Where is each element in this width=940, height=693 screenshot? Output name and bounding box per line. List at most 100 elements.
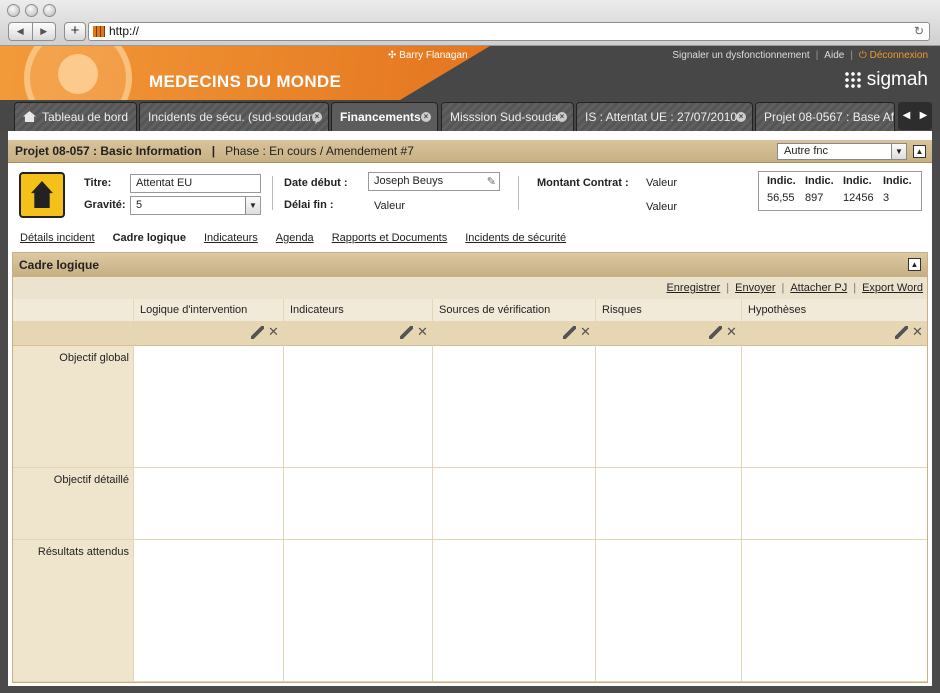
tab-label: IS : Attentat UE : 27/07/2010	[585, 110, 738, 124]
logframe-cell[interactable]	[134, 540, 284, 682]
delete-icon[interactable]: ✕	[726, 325, 737, 338]
logframe-cell[interactable]	[433, 540, 596, 682]
titre-label: Titre:	[84, 177, 112, 189]
sigmah-wordmark: sigmah	[866, 69, 928, 90]
tab-projet-08-0567[interactable]: Projet 08-0567 : Base Afrique	[755, 102, 895, 131]
report-bug-link[interactable]: Signaler un dysfonctionnement	[672, 50, 809, 61]
table-row: Objectif global	[13, 346, 927, 468]
pencil-icon[interactable]	[709, 326, 722, 339]
tab-label: Misssion Sud-soudan	[450, 110, 565, 124]
date-debut-input[interactable]: Joseph Beuys ✎	[368, 172, 500, 191]
logframe-cell[interactable]	[596, 468, 742, 540]
collapse-header-button[interactable]: ▲	[913, 145, 926, 158]
tab-incidents-secu[interactable]: Incidents de sécu. (sud-soudan) ×	[139, 102, 329, 131]
close-window-button[interactable]	[7, 4, 20, 17]
logframe-cell[interactable]	[433, 346, 596, 468]
edit-cell: ✕	[596, 322, 742, 346]
current-user[interactable]: ✣ Barry Flanagan	[388, 50, 468, 61]
mdm-logo	[24, 46, 132, 100]
column-header: Risques	[596, 299, 742, 322]
minimize-window-button[interactable]	[25, 4, 38, 17]
subnav-details-incident[interactable]: Détails incident	[20, 224, 95, 248]
tab-tableau-de-bord[interactable]: Tableau de bord	[14, 102, 137, 131]
tab-financements[interactable]: Financements ×	[331, 102, 438, 131]
logframe-cell[interactable]	[742, 468, 927, 540]
logframe-cell[interactable]	[742, 346, 927, 468]
delete-icon[interactable]: ✕	[417, 325, 428, 338]
reload-icon[interactable]: ↻	[914, 23, 924, 40]
table-row: Objectif détaillé	[13, 468, 927, 540]
delete-icon[interactable]: ✕	[912, 325, 923, 338]
logframe-cell[interactable]	[134, 468, 284, 540]
back-arrow-icon[interactable]: ◀	[9, 23, 33, 40]
delete-icon[interactable]: ✕	[580, 325, 591, 338]
titre-input[interactable]: Attentat EU	[130, 174, 261, 193]
subnav-cadre-logique[interactable]: Cadre logique	[113, 224, 186, 248]
logframe-cell[interactable]	[284, 540, 433, 682]
subnav-indicateurs[interactable]: Indicateurs	[204, 224, 258, 248]
attach-link[interactable]: Attacher PJ	[790, 282, 847, 294]
scroll-right-icon[interactable]: ▶	[915, 102, 932, 130]
brand-title: MEDECINS DU MONDE	[149, 72, 342, 91]
tab-mission-sud-soudan[interactable]: Misssion Sud-soudan ×	[441, 102, 574, 131]
logframe-cell[interactable]	[134, 346, 284, 468]
collapse-panel-button[interactable]: ▲	[908, 258, 921, 271]
subnav-rapports-documents[interactable]: Rapports et Documents	[332, 224, 448, 248]
project-separator: |	[211, 144, 216, 158]
indic-value-4: 3	[883, 192, 890, 204]
link-separator: |	[850, 50, 853, 61]
pencil-icon[interactable]	[895, 326, 908, 339]
subnav-incidents-securite[interactable]: Incidents de sécurité	[465, 224, 566, 248]
project-selector[interactable]: Autre fnc ▼	[777, 143, 907, 160]
logout-link[interactable]: ⏻ Déconnexion	[859, 50, 928, 61]
close-tab-icon[interactable]: ×	[312, 112, 322, 122]
save-link[interactable]: Enregistrer	[666, 282, 720, 294]
gravite-value: 5	[136, 199, 143, 211]
logframe-cell[interactable]	[596, 540, 742, 682]
logframe-cell[interactable]	[742, 540, 927, 682]
pencil-icon[interactable]: ✎	[487, 174, 496, 191]
column-header: Indicateurs	[284, 299, 433, 322]
scroll-left-icon[interactable]: ◀	[898, 102, 915, 130]
delete-icon[interactable]: ✕	[268, 325, 279, 338]
pencil-icon[interactable]	[563, 326, 576, 339]
close-tab-icon[interactable]: ×	[736, 112, 746, 122]
subnav-agenda[interactable]: Agenda	[276, 224, 314, 248]
export-word-link[interactable]: Export Word	[862, 282, 923, 294]
logframe-cell[interactable]	[433, 468, 596, 540]
forward-arrow-icon[interactable]: ▶	[33, 23, 56, 40]
row-label: Objectif détaillé	[13, 468, 134, 540]
tab-label: Financements	[340, 110, 421, 124]
history-nav: ◀ ▶	[8, 22, 56, 41]
logframe-cell[interactable]	[284, 346, 433, 468]
logout-label: Déconnexion	[869, 50, 928, 61]
tab-is-attentat[interactable]: IS : Attentat UE : 27/07/2010 ×	[576, 102, 753, 131]
help-link[interactable]: Aide	[824, 50, 844, 61]
tab-scroll: ◀ ▶	[898, 102, 932, 130]
column-header-row: Logique d'intervention Indicateurs Sourc…	[13, 299, 927, 322]
date-debut-label: Date début :	[284, 177, 348, 189]
corner-cell	[13, 299, 134, 322]
gravite-select[interactable]: 5 ▼	[130, 196, 261, 215]
send-link[interactable]: Envoyer	[735, 282, 775, 294]
close-tab-icon[interactable]: ×	[421, 112, 431, 122]
date-debut-value: Joseph Beuys	[374, 175, 444, 187]
chevron-down-icon[interactable]: ▼	[245, 197, 260, 214]
action-separator: |	[726, 282, 730, 294]
pencil-icon[interactable]	[400, 326, 413, 339]
zoom-window-button[interactable]	[43, 4, 56, 17]
table-row: Résultats attendus	[13, 540, 927, 682]
divider	[518, 176, 519, 210]
pencil-icon[interactable]	[251, 326, 264, 339]
logframe-cell[interactable]	[596, 346, 742, 468]
panel-title-text: Cadre logique	[19, 258, 100, 272]
logframe-cell[interactable]	[284, 468, 433, 540]
indicators-box: Indic. Indic. Indic. Indic. 56,55 897 12…	[758, 171, 922, 211]
column-header: Sources de vérification	[433, 299, 596, 322]
address-bar[interactable]: http:// ↻	[88, 22, 930, 41]
new-tab-button[interactable]: +	[64, 22, 86, 41]
divider	[272, 176, 273, 210]
close-tab-icon[interactable]: ×	[557, 112, 567, 122]
project-phase: Phase : En cours / Amendement #7	[225, 144, 414, 158]
chevron-down-icon[interactable]: ▼	[891, 144, 906, 159]
